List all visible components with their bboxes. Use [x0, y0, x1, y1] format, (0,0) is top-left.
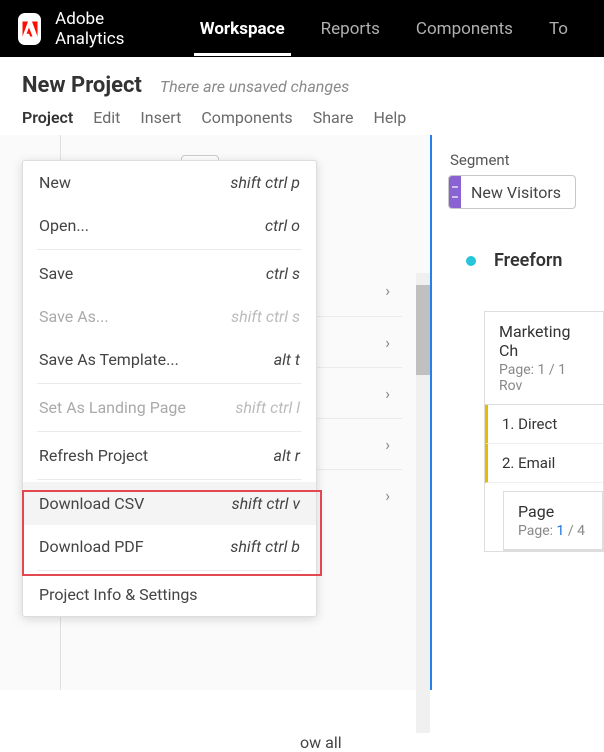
menu-item-shortcut: shift ctrl l: [235, 398, 300, 417]
menu-separator: [37, 570, 302, 571]
chevron-right-icon: ›: [385, 486, 390, 505]
project-menu-dropdown: Newshift ctrl pOpen...ctrl oSavectrl sSa…: [22, 160, 317, 617]
nav-tabs: Workspace Reports Components To: [182, 2, 586, 56]
menu-edit[interactable]: Edit: [93, 108, 120, 127]
menu-item-download-csv[interactable]: Download CSV shift ctrl v: [23, 482, 316, 525]
drag-handle-icon[interactable]: [449, 176, 461, 208]
menu-item-shortcut: shift ctrl v: [232, 494, 300, 513]
menu-separator: [37, 383, 302, 384]
menu-item-label: Save: [39, 264, 73, 283]
show-all-link-fragment[interactable]: ow all: [300, 733, 342, 752]
menubar: Project Edit Insert Components Share Hel…: [22, 108, 582, 127]
dimension-title: Marketing Ch: [499, 322, 589, 360]
menu-separator: [37, 431, 302, 432]
dimension-title: Page: [518, 502, 588, 521]
menu-insert[interactable]: Insert: [140, 108, 181, 127]
menu-item-label: Download CSV: [39, 494, 144, 513]
menu-item-label: Project Info & Settings: [39, 585, 198, 604]
top-navigation-bar: Adobe Analytics Workspace Reports Compon…: [0, 0, 604, 57]
unsaved-changes-label: There are unsaved changes: [160, 77, 349, 96]
nav-tab-tools[interactable]: To: [531, 2, 586, 56]
menu-item-label: Open...: [39, 216, 89, 235]
app-name: Adobe Analytics: [55, 9, 144, 49]
scrollbar[interactable]: [416, 273, 430, 733]
chevron-right-icon: ›: [385, 435, 390, 454]
freeform-table: Marketing Ch Page: 1 / 1 Rov 1. Direct 2…: [484, 311, 604, 552]
project-title: New Project: [22, 73, 142, 98]
menu-item-open[interactable]: Open... ctrl o: [23, 204, 316, 247]
dimension-header-marketing[interactable]: Marketing Ch Page: 1 / 1 Rov: [485, 312, 603, 405]
menu-item-shortcut: shift ctrl s: [231, 307, 300, 326]
freeform-title[interactable]: Freeforn: [494, 250, 562, 271]
freeform-panel-header: Freeforn: [466, 250, 604, 271]
menu-separator: [37, 479, 302, 480]
scrollbar-thumb[interactable]: [416, 285, 430, 375]
menu-item-label: Save As Template...: [39, 350, 179, 369]
menu-item-label: Refresh Project: [39, 446, 148, 465]
menu-share[interactable]: Share: [313, 108, 354, 127]
adobe-a-icon: [20, 19, 40, 39]
dimension-pagination: Page: 1 / 4: [518, 523, 588, 539]
menu-item-project-info-settings[interactable]: Project Info & Settings: [23, 573, 316, 616]
menu-components[interactable]: Components: [201, 108, 292, 127]
table-row[interactable]: 2. Email: [485, 444, 603, 483]
menu-help[interactable]: Help: [373, 108, 406, 127]
menu-item-label: Save As...: [39, 307, 109, 326]
menu-item-download-pdf[interactable]: Download PDF shift ctrl b: [23, 525, 316, 568]
canvas: Segment New Visitors Freeforn Marketing …: [430, 135, 604, 690]
menu-item-shortcut: shift ctrl p: [230, 173, 300, 192]
menu-item-new[interactable]: New shift ctrl p: [23, 161, 316, 204]
menu-item-save[interactable]: Save ctrl s: [23, 252, 316, 295]
segment-chip-label: New Visitors: [471, 183, 561, 202]
chevron-right-icon: ›: [385, 333, 390, 352]
menu-item-shortcut: ctrl s: [266, 264, 300, 283]
menu-item-set-as-landing-page: Set As Landing Page shift ctrl l: [23, 386, 316, 429]
chevron-right-icon: ›: [385, 384, 390, 403]
dimension-header-page[interactable]: Page Page: 1 / 4: [504, 492, 602, 550]
menu-item-label: Set As Landing Page: [39, 398, 186, 417]
project-header: New Project There are unsaved changes Pr…: [0, 57, 604, 135]
nav-tab-components[interactable]: Components: [398, 2, 531, 56]
menu-item-shortcut: ctrl o: [265, 216, 300, 235]
menu-item-shortcut: shift ctrl b: [230, 537, 300, 556]
table-row[interactable]: 1. Direct: [485, 405, 603, 444]
menu-item-label: New: [39, 173, 71, 192]
chevron-right-icon: ›: [385, 281, 390, 300]
nav-tab-reports[interactable]: Reports: [303, 2, 398, 56]
nav-tab-workspace[interactable]: Workspace: [182, 2, 303, 56]
panel-color-dot: [466, 256, 476, 266]
menu-separator: [37, 249, 302, 250]
segment-drop-label: Segment: [450, 151, 604, 169]
dimension-pagination: Page: 1 / 1 Rov: [499, 362, 589, 394]
menu-project[interactable]: Project: [22, 108, 73, 127]
segment-chip[interactable]: New Visitors: [448, 175, 576, 209]
menu-item-label: Download PDF: [39, 537, 144, 556]
menu-item-save-as-template[interactable]: Save As Template... alt t: [23, 338, 316, 381]
menu-item-shortcut: alt r: [274, 446, 300, 465]
menu-item-save-as: Save As... shift ctrl s: [23, 295, 316, 338]
menu-item-refresh-project[interactable]: Refresh Project alt r: [23, 434, 316, 477]
menu-item-shortcut: alt t: [274, 350, 300, 369]
adobe-logo[interactable]: [18, 13, 41, 45]
